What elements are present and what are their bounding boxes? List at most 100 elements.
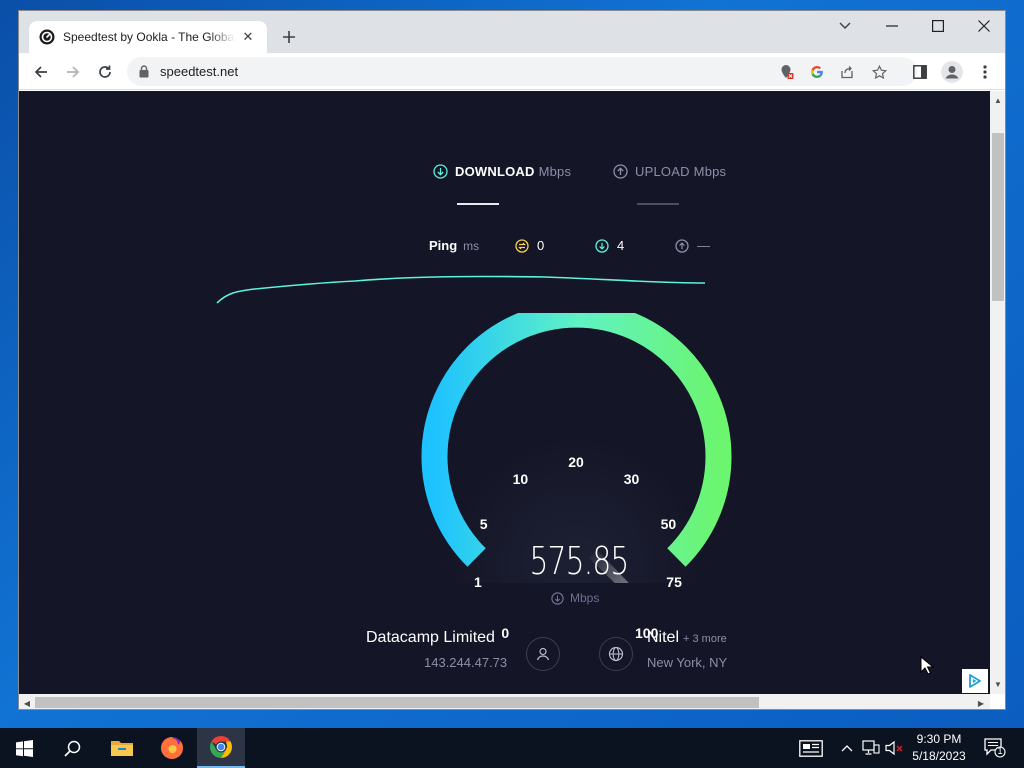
ping-idle: 0 bbox=[515, 238, 544, 253]
side-panel-icon bbox=[913, 65, 927, 79]
show-hidden-icons-button[interactable] bbox=[836, 738, 858, 758]
close-window-button[interactable] bbox=[961, 11, 1005, 41]
speed-graph-line bbox=[216, 275, 706, 304]
horizontal-scrollbar[interactable]: ◀ ▶ bbox=[19, 694, 990, 709]
download-latency-value: 4 bbox=[617, 238, 625, 253]
ping-upload: — bbox=[675, 238, 710, 253]
server-name: Nitel bbox=[647, 629, 680, 646]
clock-time: 9:30 PM bbox=[916, 732, 962, 746]
volume-muted-icon bbox=[885, 740, 903, 756]
close-icon bbox=[978, 20, 990, 32]
tab-strip: Speedtest by Ookla - The Global Broadban… bbox=[19, 11, 1005, 53]
forward-button[interactable] bbox=[59, 58, 87, 86]
profile-button[interactable] bbox=[938, 58, 966, 86]
taskbar-search-button[interactable] bbox=[48, 728, 96, 768]
reload-icon bbox=[99, 65, 111, 78]
tab-search-button[interactable] bbox=[822, 11, 868, 41]
upload-latency-icon bbox=[675, 238, 689, 253]
scroll-left-icon[interactable]: ◀ bbox=[20, 696, 34, 709]
adchoices-icon bbox=[969, 674, 981, 688]
server-location: New York, NY bbox=[647, 655, 728, 670]
adchoices-badge[interactable] bbox=[962, 669, 988, 693]
speed-value: 575.85 bbox=[529, 539, 629, 583]
download-tab[interactable]: DOWNLOAD Mbps bbox=[433, 164, 571, 179]
vertical-scrollbar[interactable]: ▲ ▼ bbox=[990, 91, 1005, 694]
download-arrow-icon bbox=[433, 164, 448, 179]
speedtest-favicon-icon bbox=[39, 29, 55, 45]
browser-toolbar: speedtest.net bbox=[19, 53, 1005, 90]
bookmark-star-icon[interactable] bbox=[869, 62, 889, 82]
mouse-cursor-icon bbox=[920, 656, 934, 675]
vertical-scroll-thumb[interactable] bbox=[992, 133, 1004, 301]
google-translate-icon[interactable] bbox=[807, 62, 827, 82]
speed-unit-group: Mbps bbox=[551, 591, 599, 605]
gauge-tick-5: 5 bbox=[479, 515, 488, 532]
file-explorer-button[interactable] bbox=[98, 728, 146, 768]
profile-avatar-icon bbox=[941, 61, 963, 83]
isp-name: Datacamp Limited bbox=[366, 629, 495, 646]
user-icon[interactable] bbox=[526, 637, 560, 671]
back-arrow-icon bbox=[34, 66, 47, 78]
scroll-up-icon[interactable]: ▲ bbox=[991, 93, 1005, 107]
chrome-button[interactable] bbox=[197, 728, 245, 768]
news-widget-button[interactable] bbox=[798, 738, 824, 758]
notification-count: 1 bbox=[997, 746, 1003, 756]
reload-button[interactable] bbox=[91, 58, 119, 86]
ping-value: 0 bbox=[537, 238, 545, 253]
minimize-button[interactable] bbox=[869, 11, 915, 41]
volume-button[interactable] bbox=[884, 738, 906, 758]
upload-underline bbox=[637, 203, 679, 205]
download-label: DOWNLOAD bbox=[455, 164, 535, 179]
search-icon bbox=[63, 740, 80, 757]
server-name-group[interactable]: Nitel + 3 more bbox=[647, 629, 727, 647]
system-clock[interactable]: 9:30 PM 5/18/2023 bbox=[906, 731, 972, 765]
download-small-icon bbox=[551, 591, 564, 605]
plus-icon bbox=[283, 31, 295, 43]
notification-center-button[interactable]: 1 bbox=[982, 738, 1008, 758]
share-icon[interactable] bbox=[837, 62, 857, 82]
horizontal-scroll-thumb[interactable] bbox=[35, 697, 759, 708]
network-button[interactable] bbox=[860, 738, 882, 758]
chrome-icon bbox=[210, 736, 232, 758]
tab-close-icon[interactable]: ✕ bbox=[239, 28, 257, 46]
file-explorer-icon bbox=[111, 741, 133, 756]
download-underline bbox=[457, 203, 499, 205]
tab-speedtest[interactable]: Speedtest by Ookla - The Global Broadban… bbox=[29, 21, 267, 53]
gauge-tick-50: 50 bbox=[660, 515, 677, 532]
taskbar: 9:30 PM 5/18/2023 1 bbox=[0, 728, 1024, 768]
scroll-right-icon[interactable]: ▶ bbox=[974, 696, 988, 709]
gauge-tick-30: 30 bbox=[623, 470, 640, 487]
new-tab-button[interactable] bbox=[277, 25, 301, 49]
maximize-button[interactable] bbox=[915, 11, 961, 41]
ping-unit: ms bbox=[463, 238, 480, 253]
ping-download: 4 bbox=[595, 238, 624, 253]
ping-label: Ping bbox=[429, 238, 458, 253]
windows-logo-icon bbox=[15, 739, 33, 757]
browser-window: Speedtest by Ookla - The Global Broadban… bbox=[18, 10, 1006, 710]
clock-date: 5/18/2023 bbox=[912, 749, 966, 763]
globe-icon[interactable] bbox=[599, 637, 633, 671]
upload-label: UPLOAD bbox=[635, 164, 690, 179]
page-viewport: DOWNLOAD Mbps UPLOAD Mbps Ping ms 0 4 — bbox=[19, 91, 990, 694]
chevron-down-icon bbox=[839, 22, 851, 29]
location-blocked-icon[interactable] bbox=[777, 62, 797, 82]
side-panel-button[interactable] bbox=[906, 58, 934, 86]
forward-arrow-icon bbox=[67, 66, 80, 78]
gauge-tick-10: 10 bbox=[512, 470, 529, 487]
chevron-up-icon bbox=[841, 745, 853, 752]
gauge-tick-20: 20 bbox=[568, 454, 584, 470]
menu-button[interactable] bbox=[971, 58, 999, 86]
gauge-tick-1: 1 bbox=[474, 573, 482, 590]
upload-tab[interactable]: UPLOAD Mbps bbox=[613, 164, 726, 179]
ping-label-group: Ping ms bbox=[429, 238, 479, 253]
scroll-down-icon[interactable]: ▼ bbox=[991, 677, 1005, 691]
address-bar[interactable]: speedtest.net bbox=[127, 57, 917, 86]
start-button[interactable] bbox=[0, 728, 48, 768]
download-unit: Mbps bbox=[538, 164, 572, 179]
firefox-icon bbox=[161, 737, 183, 759]
back-button[interactable] bbox=[27, 58, 55, 86]
server-more-link[interactable]: + 3 more bbox=[683, 633, 727, 645]
firefox-button[interactable] bbox=[148, 728, 196, 768]
download-latency-icon bbox=[595, 238, 609, 253]
url-text: speedtest.net bbox=[160, 64, 239, 79]
